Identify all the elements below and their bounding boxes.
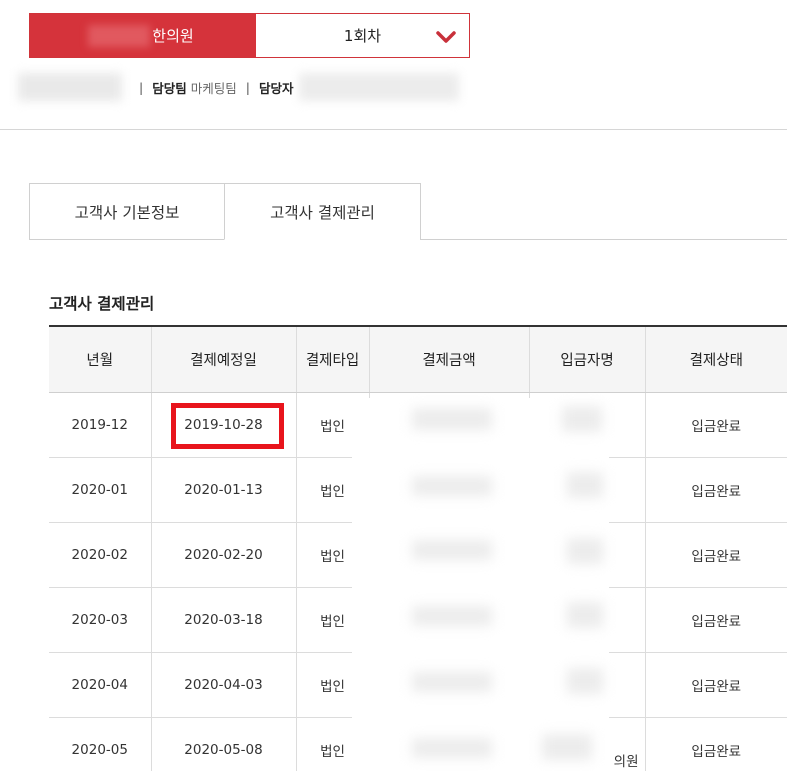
cell-status: 입금완료 bbox=[644, 457, 787, 523]
redaction-smudge bbox=[542, 734, 592, 760]
header-month: 년월 bbox=[49, 325, 151, 393]
cell-month: 2020-02 bbox=[49, 522, 151, 588]
cell-month: 2020-01 bbox=[49, 457, 151, 523]
cell-due-date: 2020-04-03 bbox=[150, 652, 296, 718]
redaction-overlay bbox=[352, 398, 609, 771]
redacted-client-name bbox=[18, 73, 122, 101]
cell-status: 입금완료 bbox=[644, 652, 787, 718]
chevron-down-icon bbox=[436, 31, 456, 43]
section-divider bbox=[0, 129, 787, 130]
cell-month: 2020-03 bbox=[49, 587, 151, 653]
cell-due-date: 2020-05-08 bbox=[150, 717, 296, 771]
section-title: 고객사 결제관리 bbox=[49, 295, 155, 313]
header-payment-type: 결제타입 bbox=[295, 325, 369, 393]
clinic-name-box: 한의원 bbox=[30, 14, 256, 57]
cell-due-date: 2020-03-18 bbox=[150, 587, 296, 653]
cell-due-date: 2020-02-20 bbox=[150, 522, 296, 588]
cell-status: 입금완료 bbox=[644, 392, 787, 458]
table-header-row: 년월 결제예정일 결제타입 결제금액 입금자명 결제상태 bbox=[49, 325, 787, 393]
redacted-manager-name bbox=[299, 73, 460, 101]
redaction-smudge bbox=[567, 668, 603, 694]
session-select[interactable]: 1회차 bbox=[256, 14, 469, 57]
header-depositor: 입금자명 bbox=[528, 325, 645, 393]
divider: | bbox=[245, 79, 250, 95]
cell-status: 입금완료 bbox=[644, 717, 787, 771]
header-due-date: 결제예정일 bbox=[150, 325, 296, 393]
header-amount: 결제금액 bbox=[368, 325, 529, 393]
clinic-name-label: 한의원 bbox=[152, 27, 194, 45]
tab-bar: 고객사 기본정보 고객사 결제관리 bbox=[29, 183, 787, 240]
redaction-smudge bbox=[412, 476, 492, 496]
redaction-smudge bbox=[412, 408, 492, 430]
cell-month: 2019-12 bbox=[49, 392, 151, 458]
divider: | bbox=[139, 79, 144, 95]
cell-due-date: 2020-01-13 bbox=[150, 457, 296, 523]
redacted-clinic-prefix bbox=[88, 25, 150, 47]
highlight-annotation-box bbox=[171, 403, 284, 449]
redaction-smudge bbox=[567, 602, 603, 628]
cell-status: 입금완료 bbox=[644, 587, 787, 653]
redaction-smudge bbox=[562, 406, 602, 432]
cell-month: 2020-04 bbox=[49, 652, 151, 718]
tab-client-payment[interactable]: 고객사 결제관리 bbox=[224, 183, 421, 240]
clinic-selector-bar: 한의원 1회차 bbox=[29, 13, 470, 58]
redaction-smudge bbox=[567, 472, 603, 498]
tab-baseline bbox=[420, 239, 787, 240]
header-status: 결제상태 bbox=[644, 325, 787, 393]
redaction-smudge bbox=[567, 538, 603, 564]
cell-status: 입금완료 bbox=[644, 522, 787, 588]
team-value: 마케팅팀 bbox=[190, 80, 237, 96]
cell-month: 2020-05 bbox=[49, 717, 151, 771]
redaction-smudge bbox=[412, 672, 492, 692]
redaction-smudge bbox=[412, 606, 492, 626]
manager-label: 담당자 bbox=[258, 80, 294, 96]
session-select-value: 1회차 bbox=[343, 27, 382, 45]
redaction-smudge bbox=[412, 738, 492, 758]
tab-client-basic-info[interactable]: 고객사 기본정보 bbox=[29, 183, 225, 240]
team-label: 담당팀 bbox=[152, 80, 187, 96]
depositor-visible-suffix: 의원 bbox=[613, 753, 639, 770]
redaction-smudge bbox=[412, 540, 492, 560]
account-info-row: | 담당팀 마케팅팀 | 담당자 bbox=[18, 72, 460, 102]
